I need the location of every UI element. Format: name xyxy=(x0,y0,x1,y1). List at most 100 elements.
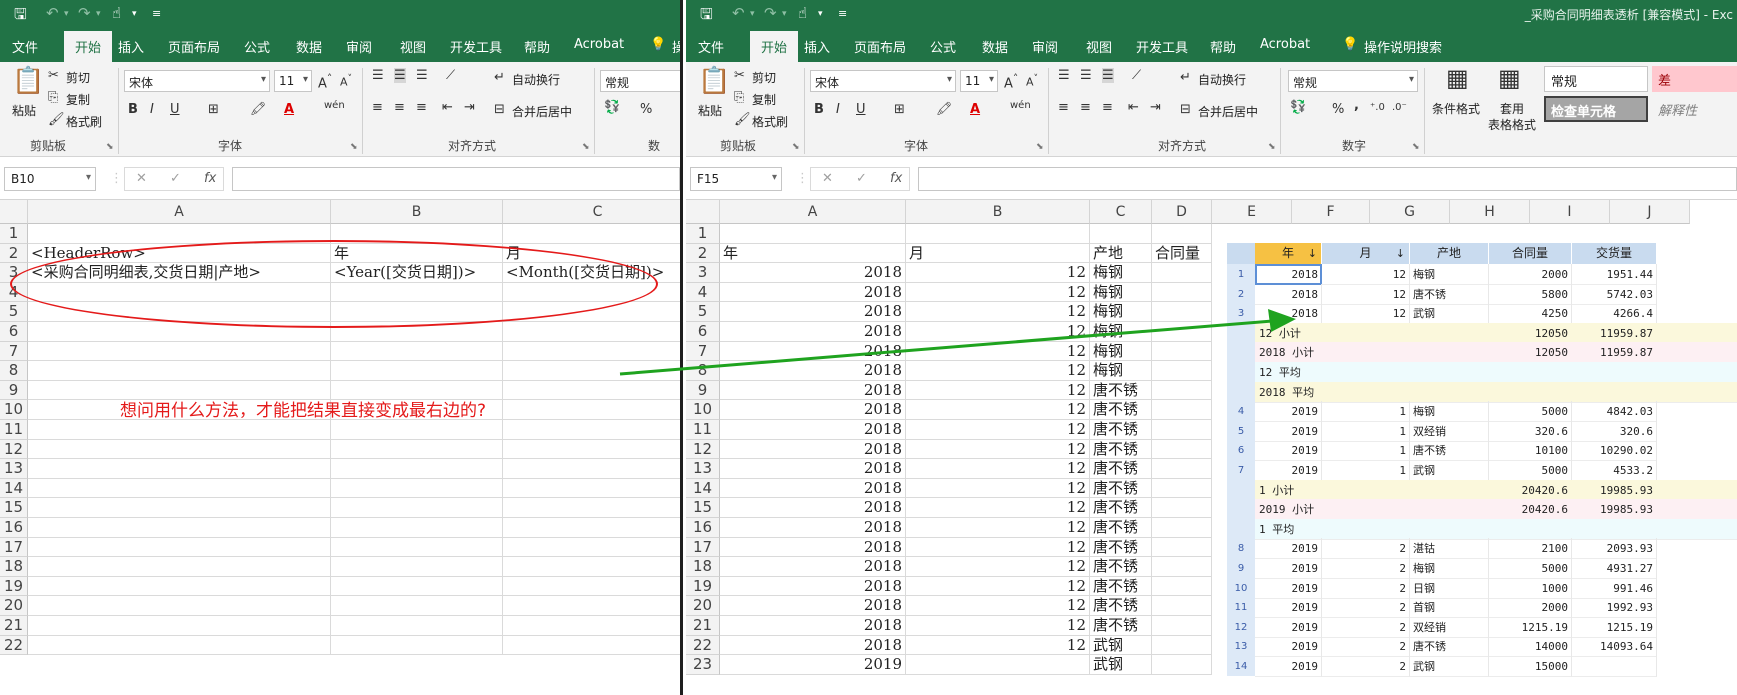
align-middle-icon[interactable]: ☰ xyxy=(394,68,406,83)
column-header-a[interactable]: A xyxy=(28,200,331,224)
align-left-icon[interactable]: ≡ xyxy=(372,100,383,115)
cell-b11[interactable]: 12 xyxy=(906,420,1090,440)
row-header-17[interactable]: 17 xyxy=(0,537,28,558)
row-header-12[interactable]: 12 xyxy=(0,439,28,460)
row-header-2[interactable]: 2 xyxy=(0,243,28,264)
cell-c5[interactable]: 梅钢 xyxy=(1090,302,1152,322)
conditional-formatting-button[interactable]: 条件格式 xyxy=(1432,100,1480,117)
tab-3[interactable]: 页面布局 xyxy=(168,37,220,56)
row-header-8[interactable]: 8 xyxy=(0,361,28,381)
paste-button[interactable]: 粘贴 xyxy=(12,102,36,119)
cell-b4[interactable]: 12 xyxy=(906,282,1090,303)
copy-button[interactable]: 复制 xyxy=(66,91,90,108)
cell-a22[interactable] xyxy=(28,635,331,656)
cell-d9[interactable] xyxy=(1152,380,1212,401)
merge-center-button[interactable]: 合并后居中 xyxy=(512,103,572,120)
number-format-dropdown[interactable]: 常规 xyxy=(1288,70,1418,92)
cell-c9[interactable] xyxy=(503,381,680,401)
row-header-18[interactable]: 18 xyxy=(0,557,28,577)
wrap-text-button[interactable]: 自动换行 xyxy=(512,71,560,88)
cell-c11[interactable]: 唐不锈 xyxy=(1090,420,1152,440)
shrink-font-icon[interactable]: A˅ xyxy=(340,73,352,89)
row-header-14[interactable]: 14 xyxy=(686,478,720,499)
cell-a13[interactable] xyxy=(28,459,331,479)
cell-b16[interactable] xyxy=(331,518,503,538)
cell-d19[interactable] xyxy=(1152,576,1212,597)
font-name-dropdown[interactable]: 宋体 xyxy=(810,70,956,92)
row-header-2[interactable]: 2 xyxy=(686,243,720,264)
comma-style-button[interactable]: , xyxy=(1354,98,1359,113)
cell-b18[interactable]: 12 xyxy=(906,557,1090,577)
row-header-11[interactable]: 11 xyxy=(0,420,28,440)
format-painter-button[interactable]: 格式刷 xyxy=(752,113,788,130)
currency-icon[interactable]: 💱 xyxy=(604,100,620,115)
cell-b11[interactable] xyxy=(331,420,503,440)
undo-dropdown-icon[interactable]: ▾ xyxy=(64,9,69,19)
column-header-c[interactable]: C xyxy=(1090,200,1152,224)
cell-a7[interactable] xyxy=(28,341,331,362)
style-bad[interactable]: 差 xyxy=(1652,66,1737,92)
cell-c10[interactable] xyxy=(503,400,680,420)
cell-d21[interactable] xyxy=(1152,616,1212,636)
cell-d18[interactable] xyxy=(1152,557,1212,577)
cell-a21[interactable]: 2018 xyxy=(720,616,906,636)
cell-c22[interactable] xyxy=(503,636,680,656)
cancel-icon[interactable]: ✕ xyxy=(822,171,833,186)
cell-c11[interactable] xyxy=(503,420,680,440)
orientation-icon[interactable]: ⟋ xyxy=(446,68,455,83)
column-header-d[interactable]: D xyxy=(1152,200,1212,224)
cell-d11[interactable] xyxy=(1152,420,1212,440)
increase-indent-icon[interactable]: ⇥ xyxy=(1150,100,1161,115)
cell-d13[interactable] xyxy=(1152,459,1212,479)
column-header-a[interactable]: A xyxy=(720,200,906,224)
row-header-13[interactable]: 13 xyxy=(686,459,720,479)
copy-button[interactable]: 复制 xyxy=(752,91,776,108)
italic-button[interactable]: I xyxy=(150,102,154,117)
format-as-table-label-2[interactable]: 表格格式 xyxy=(1488,116,1536,133)
row-header-19[interactable]: 19 xyxy=(686,576,720,597)
row-header-14[interactable]: 14 xyxy=(0,478,28,499)
cell-a23[interactable]: 2019 xyxy=(720,655,906,675)
name-box[interactable]: F15 xyxy=(690,167,782,191)
formula-input[interactable] xyxy=(918,167,1737,191)
cell-c13[interactable]: 唐不锈 xyxy=(1090,459,1152,479)
cell-a14[interactable] xyxy=(28,478,331,499)
tell-me-search[interactable]: 操作说明搜索 xyxy=(1364,37,1442,56)
cell-a21[interactable] xyxy=(28,616,331,636)
font-size-dropdown[interactable]: 11 xyxy=(960,70,998,92)
cell-d5[interactable] xyxy=(1152,302,1212,322)
decrease-decimal-icon[interactable]: .0⁻ xyxy=(1392,102,1407,113)
tab-8[interactable]: 开发工具 xyxy=(450,37,502,56)
cell-a22[interactable]: 2018 xyxy=(720,635,906,656)
cell-b13[interactable] xyxy=(331,459,503,479)
cell-c17[interactable]: 唐不锈 xyxy=(1090,537,1152,558)
tab-4[interactable]: 公式 xyxy=(930,37,956,56)
select-all-corner[interactable] xyxy=(0,200,28,224)
undo-dropdown-icon[interactable]: ▾ xyxy=(750,9,755,19)
font-name-dropdown[interactable]: 宋体 xyxy=(124,70,270,92)
tab-8[interactable]: 开发工具 xyxy=(1136,37,1188,56)
row-header-4[interactable]: 4 xyxy=(686,282,720,303)
redo-dropdown-icon[interactable]: ▾ xyxy=(782,9,787,19)
cell-a8[interactable] xyxy=(28,361,331,381)
cell-c18[interactable] xyxy=(503,557,680,577)
cell-c1[interactable] xyxy=(1090,224,1152,244)
touch-dropdown-icon[interactable]: ▾ xyxy=(818,9,823,19)
phonetic-button[interactable]: wén xyxy=(1010,100,1031,111)
clipboard-launcher-icon[interactable]: ⬊ xyxy=(792,142,800,152)
cell-c14[interactable] xyxy=(503,479,680,499)
row-header-21[interactable]: 21 xyxy=(686,616,720,636)
paste-button[interactable]: 粘贴 xyxy=(698,102,722,119)
cell-a8[interactable]: 2018 xyxy=(720,361,906,381)
underline-button[interactable]: U xyxy=(856,102,866,117)
align-bottom-icon[interactable]: ☰ xyxy=(1102,68,1114,83)
shrink-font-icon[interactable]: A˅ xyxy=(1026,73,1038,89)
row-header-12[interactable]: 12 xyxy=(686,439,720,460)
cell-a11[interactable] xyxy=(28,420,331,440)
cell-a18[interactable] xyxy=(28,557,331,577)
cell-d7[interactable] xyxy=(1152,341,1212,362)
cell-a2[interactable]: 年 xyxy=(720,243,906,264)
underline-button[interactable]: U xyxy=(170,102,180,117)
row-header-22[interactable]: 22 xyxy=(686,635,720,656)
cell-c19[interactable] xyxy=(503,577,680,597)
